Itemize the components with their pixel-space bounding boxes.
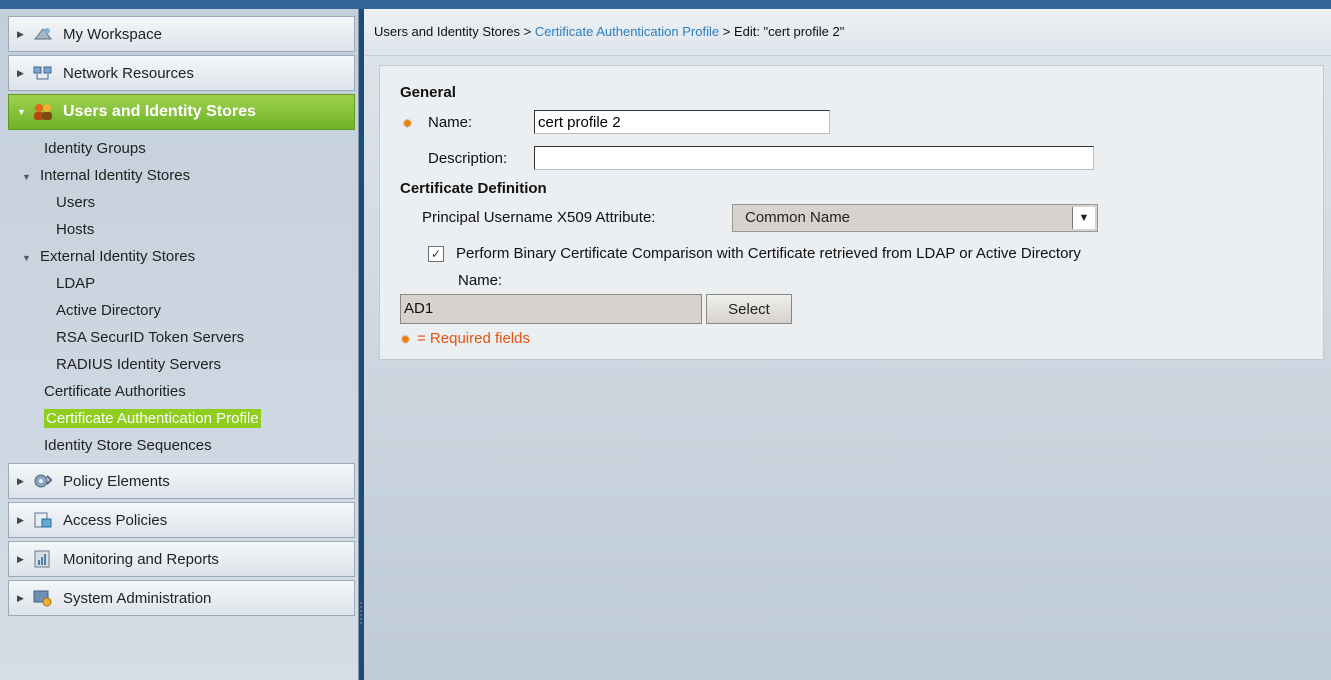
sidebar-item-active-directory[interactable]: Active Directory [0, 297, 358, 324]
nav-label: System Administration [63, 589, 212, 607]
expand-arrow-icon: ▶ [17, 475, 24, 486]
binary-comparison-checkbox[interactable]: ✓ [428, 246, 444, 262]
collapse-arrow-icon: ▼ [22, 172, 31, 182]
nav-monitoring-reports[interactable]: ▶ Monitoring and Reports [8, 541, 355, 577]
nav-policy-elements[interactable]: ▶ Policy Elements [8, 463, 355, 499]
sidebar-item-ldap[interactable]: LDAP [0, 270, 358, 297]
nav-label: Monitoring and Reports [63, 550, 219, 568]
collapse-arrow-icon: ▼ [22, 253, 31, 263]
breadcrumb-users-identity-stores: Users and Identity Stores [374, 24, 520, 39]
expand-arrow-icon: ▶ [17, 514, 24, 525]
principal-username-value: Common Name [745, 209, 851, 226]
chevron-down-icon: ▼ [1072, 207, 1095, 229]
select-button[interactable]: Select [706, 294, 792, 324]
expand-arrow-icon: ▶ [17, 553, 24, 564]
main-content: Users and Identity Stores > Certificate … [364, 9, 1331, 680]
sidebar-item-identity-groups[interactable]: Identity Groups [0, 135, 358, 162]
required-icon: ✹ [402, 116, 413, 131]
expand-arrow-icon: ▶ [17, 67, 24, 78]
nav-users-identity-stores[interactable]: ▼ Users and Identity Stores [8, 94, 355, 130]
monitoring-icon [31, 549, 55, 569]
nav-label: My Workspace [63, 25, 162, 43]
nav-label: Network Resources [63, 64, 194, 82]
policy-elements-icon [31, 471, 55, 491]
nav-access-policies[interactable]: ▶ Access Policies [8, 502, 355, 538]
navigation-sidebar: ▶ My Workspace ▶ Network Resources ▼ Use… [0, 9, 359, 680]
edit-form-panel: General ✹ Name: Description: Certificate… [379, 65, 1324, 360]
system-admin-icon [31, 588, 55, 608]
nav-network-resources[interactable]: ▶ Network Resources [8, 55, 355, 91]
panel-splitter[interactable] [359, 600, 363, 628]
nav-my-workspace[interactable]: ▶ My Workspace [8, 16, 355, 52]
sidebar-item-users[interactable]: Users [0, 189, 358, 216]
description-input[interactable] [534, 146, 1094, 170]
breadcrumb-separator: > [523, 24, 532, 39]
breadcrumb-edit-title: Edit: "cert profile 2" [733, 24, 845, 39]
name-input[interactable] [534, 110, 830, 134]
sidebar-item-certificate-authentication-profile[interactable]: Certificate Authentication Profile [0, 405, 358, 432]
binary-comparison-label: Perform Binary Certificate Comparison wi… [456, 245, 1081, 262]
access-policies-icon [31, 510, 55, 530]
sidebar-item-certificate-authorities[interactable]: Certificate Authorities [0, 378, 358, 405]
principal-username-label: Principal Username X509 Attribute: [422, 209, 656, 226]
store-name-label: Name: [458, 272, 503, 289]
nav-label: Policy Elements [63, 472, 170, 490]
top-bar [0, 0, 1331, 9]
collapse-arrow-icon: ▼ [17, 107, 26, 117]
expand-arrow-icon: ▶ [17, 592, 24, 603]
workspace-icon [31, 24, 55, 44]
users-icon [31, 102, 55, 122]
required-fields-note: = Required fields [417, 330, 530, 347]
name-label: Name: [428, 114, 473, 131]
breadcrumb-cert-auth-profile-link[interactable]: Certificate Authentication Profile [535, 24, 719, 39]
sidebar-item-identity-store-sequences[interactable]: Identity Store Sequences [0, 432, 358, 459]
breadcrumb: Users and Identity Stores > Certificate … [364, 9, 1331, 56]
store-name-field: AD1 [400, 294, 702, 324]
sidebar-item-radius-identity-servers[interactable]: RADIUS Identity Servers [0, 351, 358, 378]
expand-arrow-icon: ▶ [17, 28, 24, 39]
sidebar-item-internal-identity-stores[interactable]: ▼ Internal Identity Stores [0, 162, 358, 189]
nav-label: Access Policies [63, 511, 168, 529]
nav-label: Users and Identity Stores [63, 103, 256, 120]
nav-system-administration[interactable]: ▶ System Administration [8, 580, 355, 616]
sidebar-item-hosts[interactable]: Hosts [0, 216, 358, 243]
certificate-definition-title: Certificate Definition [400, 180, 547, 197]
users-identity-stores-submenu: Identity Groups ▼ Internal Identity Store… [0, 133, 358, 463]
description-label: Description: [428, 150, 508, 167]
principal-username-select[interactable]: Common Name ▼ [732, 204, 1098, 232]
breadcrumb-separator: > [722, 24, 731, 39]
network-resources-icon [31, 63, 55, 83]
sidebar-item-external-identity-stores[interactable]: ▼ External Identity Stores [0, 243, 358, 270]
required-icon: ✹ [400, 332, 411, 347]
general-section-title: General [400, 84, 456, 101]
sidebar-item-rsa-securid[interactable]: RSA SecurID Token Servers [0, 324, 358, 351]
